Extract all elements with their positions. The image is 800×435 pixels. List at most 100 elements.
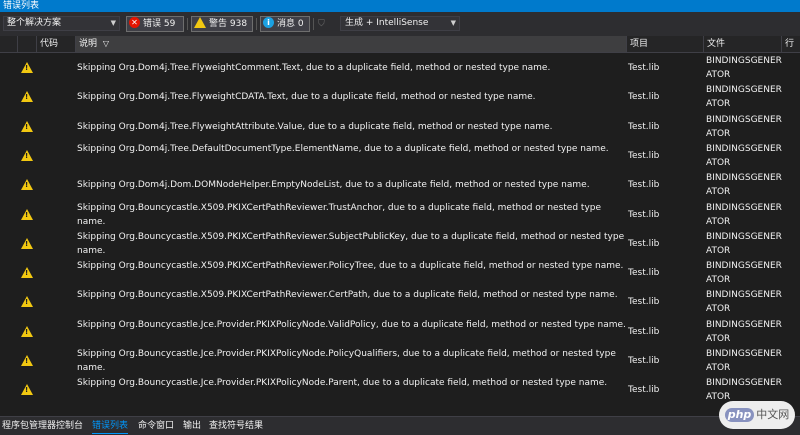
row-project: Test.lib	[628, 92, 660, 102]
row-description: Skipping Org.Dom4j.Tree.FlyweightCDATA.T…	[77, 92, 536, 102]
column-header-description[interactable]: 说明 ▽	[76, 36, 627, 52]
row-project: Test.lib	[628, 385, 660, 395]
row-project: Test.lib	[628, 239, 660, 249]
warning-icon: !	[21, 150, 33, 161]
row-description: Skipping Org.Dom4j.Dom.DOMNodeHelper.Emp…	[77, 180, 590, 190]
column-header-code[interactable]: 代码	[37, 36, 76, 52]
messages-filter-button[interactable]: i 消息 0	[260, 16, 310, 32]
errors-filter-button[interactable]: ✕ 错误 59	[126, 16, 184, 32]
row-project: Test.lib	[628, 210, 660, 220]
warning-icon: !	[21, 296, 33, 307]
window-title: 错误列表	[0, 0, 800, 12]
row-description: Skipping Org.Bouncycastle.Jce.Provider.P…	[77, 320, 626, 330]
table-row[interactable]: ! Skipping Org.Dom4j.Tree.FlyweightAttrib…	[0, 112, 800, 141]
column-header-icon[interactable]	[0, 36, 18, 52]
table-row[interactable]: ! Skipping Org.Bouncycastle.X509.PKIXCert…	[0, 200, 800, 229]
row-description: Skipping Org.Bouncycastle.X509.PKIXCertP…	[77, 290, 618, 300]
row-project: Test.lib	[628, 297, 660, 307]
row-description: Skipping Org.Dom4j.Tree.FlyweightComment…	[77, 63, 551, 73]
row-description: Skipping Org.Bouncycastle.X509.PKIXCertP…	[77, 261, 624, 271]
toolbar-divider	[256, 18, 257, 30]
warning-icon: !	[21, 355, 33, 366]
table-row[interactable]: ! Skipping Org.Dom4j.Tree.DefaultDocument…	[0, 141, 800, 170]
row-file: BINDINGSGENERATOR	[706, 173, 782, 197]
bottom-tab-bar: 程序包管理器控制台 错误列表 命令窗口 输出 查找符号结果	[0, 416, 800, 435]
row-description: Skipping Org.Bouncycastle.Jce.Provider.P…	[77, 378, 608, 388]
row-file: BINDINGSGENERATOR	[706, 203, 782, 227]
sort-chevron-icon: ▽	[102, 39, 110, 48]
warning-icon: !	[21, 62, 33, 73]
warning-icon: !	[21, 179, 33, 190]
table-row[interactable]: ! Skipping Org.Bouncycastle.Jce.Provider.…	[0, 317, 800, 346]
column-header-project[interactable]: 项目	[627, 36, 704, 52]
column-header-blank[interactable]	[18, 36, 37, 52]
row-description: Skipping Org.Bouncycastle.Jce.Provider.P…	[77, 349, 616, 373]
row-file: BINDINGSGENERATOR	[706, 261, 782, 285]
row-file: BINDINGSGENERATOR	[706, 56, 782, 80]
tab-find-symbol-results[interactable]: 查找符号结果	[209, 417, 263, 435]
row-file: BINDINGSGENERATOR	[706, 378, 782, 402]
warnings-filter-button[interactable]: 警告 938	[191, 16, 253, 32]
column-header-description-label: 说明	[79, 39, 98, 49]
column-header-file[interactable]: 文件	[704, 36, 782, 52]
row-project: Test.lib	[628, 122, 660, 132]
row-project: Test.lib	[628, 327, 660, 337]
table-row[interactable]: ! Skipping Org.Bouncycastle.X509.PKIXCert…	[0, 229, 800, 258]
funnel-filter-icon[interactable]: ⛉	[318, 19, 325, 29]
warning-icon: !	[21, 91, 33, 102]
tab-output[interactable]: 输出	[183, 417, 201, 435]
error-list-body: ! Skipping Org.Dom4j.Tree.FlyweightCommen…	[0, 53, 800, 416]
row-project: Test.lib	[628, 180, 660, 190]
row-file: BINDINGSGENERATOR	[706, 290, 782, 314]
chevron-down-icon: ▼	[450, 19, 456, 27]
row-project: Test.lib	[628, 268, 660, 278]
table-header: 代码 说明 ▽ 项目 文件 行	[0, 36, 800, 53]
warning-icon: !	[21, 326, 33, 337]
table-row[interactable]: ! Skipping Org.Dom4j.Tree.FlyweightCDATA.…	[0, 82, 800, 111]
row-description: Skipping Org.Dom4j.Tree.DefaultDocumentT…	[77, 144, 609, 154]
messages-filter-label: 消息 0	[277, 19, 304, 29]
row-file: BINDINGSGENERATOR	[706, 349, 782, 373]
errors-filter-label: 错误 59	[143, 19, 176, 29]
tab-error-list[interactable]: 错误列表	[92, 417, 129, 435]
toolbar-divider	[187, 18, 188, 30]
site-watermark: php 中文网	[719, 401, 795, 429]
row-project: Test.lib	[628, 63, 660, 73]
info-icon: i	[263, 17, 274, 28]
row-project: Test.lib	[628, 356, 660, 366]
row-file: BINDINGSGENERATOR	[706, 144, 782, 168]
scope-dropdown[interactable]: 整个解决方案 ▼	[3, 16, 120, 31]
row-description: Skipping Org.Dom4j.Tree.FlyweightAttribu…	[77, 122, 553, 132]
warning-icon: !	[21, 267, 33, 278]
column-header-line[interactable]: 行	[782, 36, 800, 52]
error-list-toolbar: 整个解决方案 ▼ ✕ 错误 59 警告 938 i 消息 0 ⛉ 生成 + Inte…	[0, 12, 800, 36]
warning-icon	[194, 17, 206, 28]
table-row[interactable]: ! Skipping Org.Bouncycastle.Jce.Provider.…	[0, 375, 800, 404]
warning-icon: !	[21, 121, 33, 132]
toolbar-divider	[313, 18, 314, 30]
table-row[interactable]: ! Skipping Org.Bouncycastle.Jce.Provider.…	[0, 346, 800, 375]
warnings-filter-label: 警告 938	[209, 19, 248, 29]
warning-icon: !	[21, 238, 33, 249]
row-description: Skipping Org.Bouncycastle.X509.PKIXCertP…	[77, 232, 625, 256]
table-row[interactable]: ! Skipping Org.Dom4j.Dom.DOMNodeHelper.Em…	[0, 170, 800, 199]
row-description: Skipping Org.Bouncycastle.X509.PKIXCertP…	[77, 203, 602, 227]
tab-package-manager-console[interactable]: 程序包管理器控制台	[2, 417, 83, 435]
row-file: BINDINGSGENERATOR	[706, 320, 782, 344]
watermark-brand: php	[724, 408, 755, 422]
row-project: Test.lib	[628, 151, 660, 161]
watermark-text: 中文网	[756, 408, 790, 421]
table-row[interactable]: ! Skipping Org.Dom4j.Tree.FlyweightCommen…	[0, 53, 800, 82]
build-filter-label: 生成 + IntelliSense	[345, 18, 429, 28]
chevron-down-icon: ▼	[110, 19, 116, 27]
row-file: BINDINGSGENERATOR	[706, 232, 782, 256]
row-file: BINDINGSGENERATOR	[706, 115, 782, 139]
scope-dropdown-label: 整个解决方案	[7, 18, 62, 28]
build-filter-dropdown[interactable]: 生成 + IntelliSense ▼	[340, 16, 460, 31]
row-file: BINDINGSGENERATOR	[706, 85, 782, 109]
table-row[interactable]: ! Skipping Org.Bouncycastle.X509.PKIXCert…	[0, 258, 800, 287]
warning-icon: !	[21, 209, 33, 220]
warning-icon: !	[21, 384, 33, 395]
tab-command-window[interactable]: 命令窗口	[138, 417, 174, 435]
table-row[interactable]: ! Skipping Org.Bouncycastle.X509.PKIXCert…	[0, 287, 800, 316]
